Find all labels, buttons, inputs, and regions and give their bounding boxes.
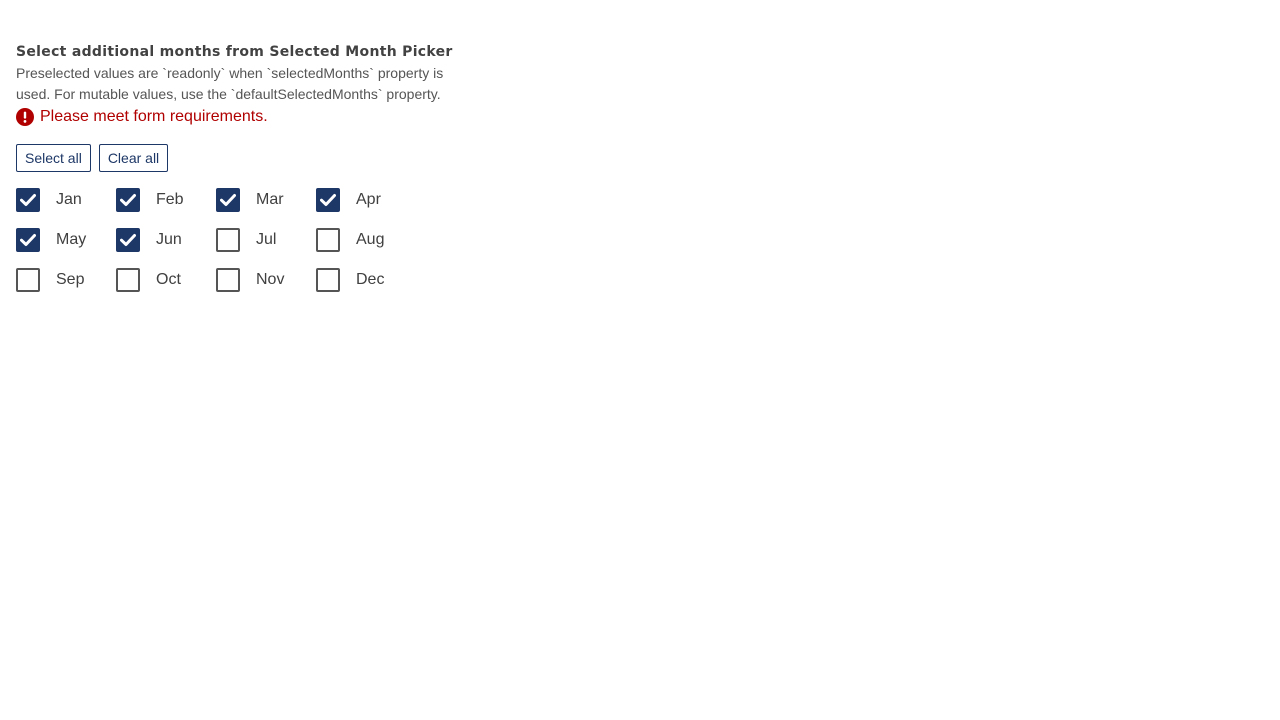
month-checkbox[interactable] (16, 228, 40, 252)
check-icon (120, 194, 136, 206)
month-option-mar[interactable]: Mar (216, 188, 316, 212)
month-checkbox[interactable] (16, 268, 40, 292)
month-label: Aug (356, 231, 385, 248)
month-option-aug[interactable]: Aug (316, 228, 416, 252)
month-label: Feb (156, 191, 184, 208)
month-label: Sep (56, 271, 85, 288)
month-label: Jan (56, 191, 82, 208)
month-option-sep[interactable]: Sep (16, 268, 116, 292)
picker-title: Select additional months from Selected M… (16, 44, 453, 60)
month-checkbox[interactable] (316, 188, 340, 212)
month-checkbox[interactable] (216, 228, 240, 252)
month-checkbox[interactable] (216, 268, 240, 292)
month-checkbox[interactable] (116, 268, 140, 292)
month-label: Mar (256, 191, 284, 208)
error-text: Please meet form requirements. (40, 108, 268, 125)
month-label: Oct (156, 271, 181, 288)
month-checkbox[interactable] (216, 188, 240, 212)
month-option-dec[interactable]: Dec (316, 268, 416, 292)
month-option-jun[interactable]: Jun (116, 228, 216, 252)
month-checkbox[interactable] (116, 188, 140, 212)
exclamation-circle-icon (16, 108, 34, 126)
check-icon (320, 194, 336, 206)
check-icon (120, 234, 136, 246)
month-checkbox[interactable] (316, 268, 340, 292)
error-message: Please meet form requirements. (16, 106, 476, 128)
month-label: Apr (356, 191, 381, 208)
month-label: Jun (156, 231, 182, 248)
month-label: Jul (256, 231, 277, 248)
month-grid: Jan Feb Mar Apr May Jun Jul Aug Sep Oct Nov Dec (16, 188, 476, 308)
month-label: Dec (356, 271, 385, 288)
month-label: May (56, 231, 87, 248)
month-checkbox[interactable] (316, 228, 340, 252)
picker-actions: Select all Clear all (16, 144, 476, 172)
month-option-oct[interactable]: Oct (116, 268, 216, 292)
month-checkbox[interactable] (116, 228, 140, 252)
check-icon (20, 234, 36, 246)
month-picker: Select additional months from Selected M… (16, 42, 476, 308)
picker-hint: Preselected values are `readonly` when `… (16, 65, 444, 102)
check-icon (20, 194, 36, 206)
month-option-may[interactable]: May (16, 228, 116, 252)
select-all-button[interactable]: Select all (16, 144, 91, 172)
month-option-nov[interactable]: Nov (216, 268, 316, 292)
month-option-feb[interactable]: Feb (116, 188, 216, 212)
month-option-jul[interactable]: Jul (216, 228, 316, 252)
clear-all-button[interactable]: Clear all (98, 144, 169, 172)
month-option-apr[interactable]: Apr (316, 188, 416, 212)
month-label: Nov (256, 271, 285, 288)
check-icon (220, 194, 236, 206)
month-checkbox[interactable] (16, 188, 40, 212)
month-option-jan[interactable]: Jan (16, 188, 116, 212)
